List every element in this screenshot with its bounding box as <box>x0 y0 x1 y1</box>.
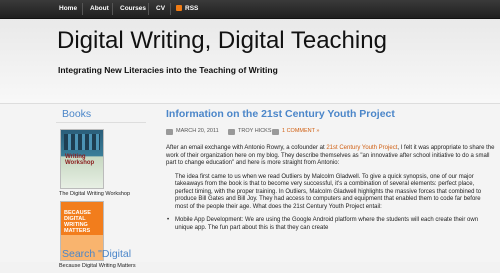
comments-link[interactable]: 1 COMMENT » <box>282 128 320 134</box>
blog-post: Information on the 21st Century Youth Pr… <box>166 108 496 232</box>
cover-title: BECAUSE DIGITAL WRITING MATTERS <box>64 210 91 234</box>
post-meta: MARCH 20, 2011 TROY HICKS 1 COMMENT » <box>166 127 496 139</box>
nav-about[interactable]: About <box>88 0 111 18</box>
nav-divider <box>82 3 83 15</box>
site-title[interactable]: Digital Writing, Digital Teaching <box>57 27 387 55</box>
book-caption[interactable]: Because Digital Writing Matters <box>59 263 146 269</box>
cover-art <box>64 134 100 150</box>
calendar-icon <box>166 129 173 135</box>
search-widget-title: Search "Digital <box>62 248 132 260</box>
post-author[interactable]: TROY HICKS <box>238 128 272 134</box>
books-widget-title: Books <box>62 108 92 120</box>
intro-text: After an email exchange with Antonio Row… <box>166 145 327 151</box>
post-date: MARCH 20, 2011 <box>176 128 219 134</box>
book-cover-digital-writing-workshop[interactable]: Writing Workshop <box>60 129 104 189</box>
top-nav-bar: Home About Courses CV RSS <box>0 0 500 19</box>
author-icon <box>228 129 235 135</box>
youth-project-link[interactable]: 21st Century Youth Project <box>326 145 397 151</box>
post-title[interactable]: Information on the 21st Century Youth Pr… <box>166 108 496 120</box>
nav-home[interactable]: Home <box>57 0 79 18</box>
cover-title: Writing Workshop <box>65 154 95 166</box>
blockquote: The idea first came to us when we read O… <box>175 173 482 210</box>
nav-divider <box>112 3 113 15</box>
nav-courses[interactable]: Courses <box>118 0 148 18</box>
post-intro: After an email exchange with Antonio Row… <box>166 145 496 168</box>
divider <box>56 122 146 123</box>
nav-cv[interactable]: CV <box>154 0 167 18</box>
comment-icon <box>272 129 279 135</box>
nav-divider <box>148 3 149 15</box>
book-caption[interactable]: The Digital Writing Workshop <box>59 191 146 197</box>
list-item: Mobile App Development: We are using the… <box>166 217 496 232</box>
nav-rss[interactable]: RSS <box>183 0 200 18</box>
nav-divider <box>170 3 171 15</box>
site-tagline: Integrating New Literacies into the Teac… <box>58 65 278 75</box>
site-header: Digital Writing, Digital Teaching Integr… <box>0 19 500 104</box>
rss-icon[interactable] <box>176 5 182 11</box>
